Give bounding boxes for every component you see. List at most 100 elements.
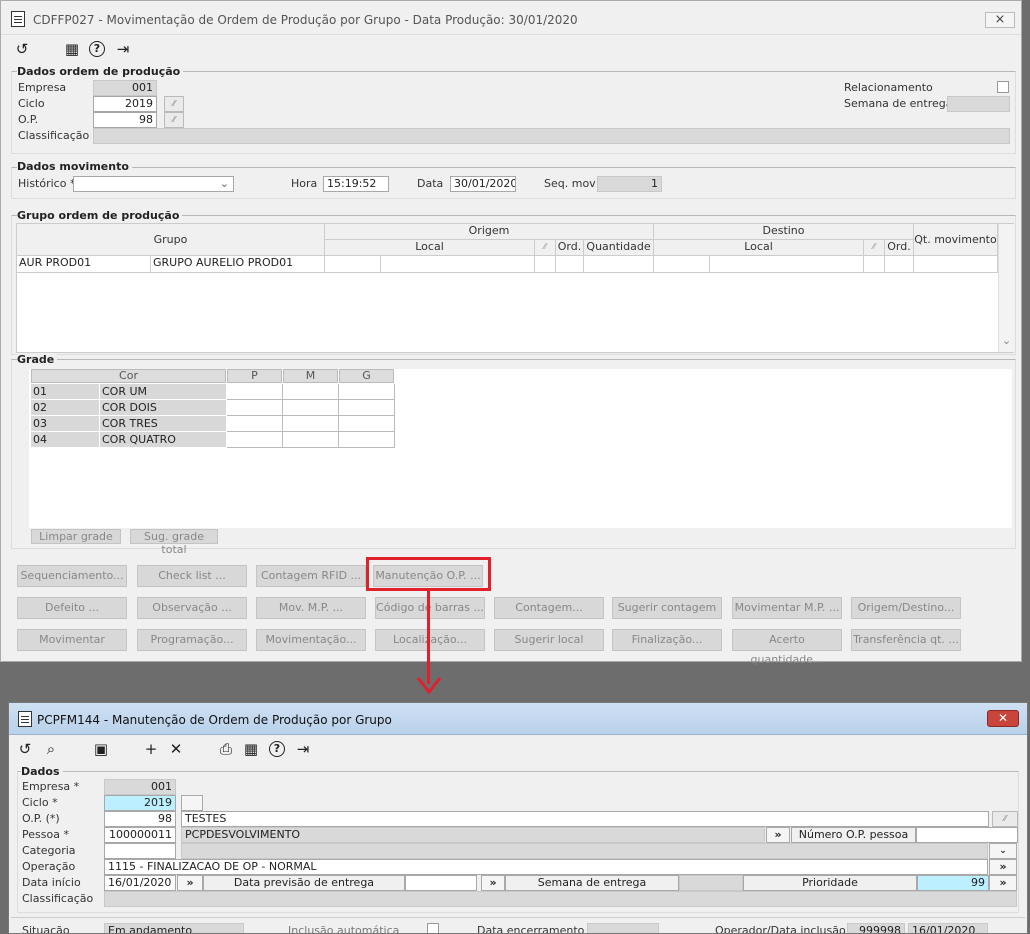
localizacao-button[interactable]: Localização... — [375, 629, 485, 651]
exit-icon[interactable]: ⇥ — [295, 741, 311, 757]
data-field[interactable]: 30/01/2020 — [450, 176, 516, 192]
grade-cell[interactable] — [283, 384, 339, 400]
close-button[interactable]: ⨯ — [985, 12, 1015, 28]
row-cell[interactable] — [710, 256, 864, 273]
movimentar-button[interactable]: Movimentar — [17, 629, 127, 651]
grade-cell[interactable] — [227, 432, 283, 448]
contagem-rfid-button[interactable]: Contagem RFID ... — [256, 565, 366, 587]
row-cell[interactable] — [885, 256, 914, 273]
op-description-field[interactable]: TESTES — [181, 811, 989, 827]
op-search-button[interactable]: ⁄⁄ — [992, 811, 1018, 827]
grade-cell[interactable] — [227, 400, 283, 416]
contagem-button[interactable]: Contagem... — [494, 597, 604, 619]
movimentar-mp-button[interactable]: Movimentar M.P. ... — [732, 597, 842, 619]
chevron-down-icon[interactable]: ⌄ — [1002, 334, 1011, 347]
sequenciamento-button[interactable]: Sequenciamento... — [17, 565, 127, 587]
operacao-field[interactable]: 1115 - FINALIZACAO DE OP - NORMAL — [104, 859, 988, 875]
transferencia-button[interactable]: Transferência qt. ... — [851, 629, 961, 651]
historico-select[interactable]: ⌄ — [73, 176, 234, 192]
print-icon[interactable]: ⎙ — [218, 741, 234, 757]
grade-name: COR DOIS — [100, 400, 226, 416]
limpar-grade-button[interactable]: Limpar grade — [31, 529, 121, 544]
movimentacao-button[interactable]: Movimentação... — [256, 629, 366, 651]
row-grupo-cell[interactable]: AUR PROD01 — [17, 256, 151, 273]
check-list-button[interactable]: Check list ... — [137, 565, 247, 587]
sugerir-grade-button[interactable]: Sug. grade total — [130, 529, 218, 556]
ciclo-search-button[interactable]: ⁄⁄ — [164, 96, 184, 112]
grade-cell[interactable] — [227, 416, 283, 432]
classificacao-field — [93, 128, 1010, 144]
op-search-button[interactable]: ⁄⁄ — [164, 112, 184, 128]
delete-icon[interactable]: ✕ — [168, 741, 184, 757]
data-inicio-field[interactable]: 16/01/2020 — [104, 875, 176, 891]
row-cell[interactable] — [556, 256, 584, 273]
ciclo-field[interactable]: 2019 — [104, 795, 176, 811]
row-cell[interactable] — [535, 256, 556, 273]
hora-field[interactable]: 15:19:52 — [323, 176, 389, 192]
operacao-label: Operação — [22, 860, 76, 873]
defeito-button[interactable]: Defeito ... — [17, 597, 127, 619]
data-inicio-button[interactable]: » — [177, 875, 203, 891]
origem-destino-button[interactable]: Origem/Destino... — [851, 597, 961, 619]
grade-cell[interactable] — [283, 416, 339, 432]
row-cell[interactable] — [864, 256, 885, 273]
ciclo-field[interactable]: 2019 — [93, 96, 157, 112]
row-cell[interactable] — [914, 256, 998, 273]
row-cell[interactable] — [381, 256, 535, 273]
operacao-lookup-button[interactable]: » — [989, 859, 1017, 875]
refresh-icon[interactable]: ↺ — [17, 741, 33, 757]
grade-cell[interactable] — [339, 432, 395, 448]
num-op-pessoa-field[interactable] — [916, 827, 1018, 843]
row-cell[interactable] — [325, 256, 381, 273]
finalizacao-button[interactable]: Finalização... — [612, 629, 722, 651]
relacionamento-label: Relacionamento — [844, 81, 933, 94]
categoria-field[interactable] — [104, 843, 176, 859]
add-icon[interactable]: + — [143, 741, 159, 757]
close-button[interactable]: ✕ — [987, 710, 1019, 727]
op-field[interactable]: 98 — [93, 112, 157, 128]
help-icon[interactable]: ? — [269, 741, 285, 757]
categoria-chevron-icon[interactable]: ⌄ — [989, 843, 1017, 859]
grade-cell[interactable] — [283, 400, 339, 416]
ciclo-lookup-button[interactable] — [181, 795, 203, 811]
semana-field — [679, 875, 743, 891]
previsao-field[interactable] — [405, 875, 477, 891]
col-origem-header: Origem — [325, 224, 654, 240]
programacao-button[interactable]: Programação... — [137, 629, 247, 651]
pessoa-lookup-button[interactable]: » — [766, 827, 790, 843]
exit-icon[interactable]: ⇥ — [115, 41, 131, 57]
observacao-button[interactable]: Observação ... — [137, 597, 247, 619]
refresh-icon[interactable]: ↺ — [14, 41, 30, 57]
vertical-scrollbar[interactable]: ⌄ — [998, 224, 1014, 352]
grade-cell[interactable] — [283, 432, 339, 448]
search-icon[interactable]: ⌕ — [43, 741, 59, 757]
col-grupo-header: Grupo — [17, 224, 325, 256]
prioridade-field[interactable]: 99 — [917, 875, 989, 891]
grade-cell[interactable] — [339, 400, 395, 416]
grade-cell[interactable] — [339, 384, 395, 400]
acerto-quantidade-button[interactable]: Acerto quantidade... — [732, 629, 842, 666]
grupo-legend: Grupo ordem de produção — [17, 209, 183, 222]
op-field[interactable]: 98 — [104, 811, 176, 827]
pessoa-field[interactable]: 100000011 — [104, 827, 176, 843]
grade-code: 03 — [31, 416, 99, 432]
row-cell[interactable] — [654, 256, 710, 273]
codigo-barras-button[interactable]: Código de barras ... — [375, 597, 485, 619]
sugerir-local-button[interactable]: Sugerir local — [494, 629, 604, 651]
grade-cell[interactable] — [227, 384, 283, 400]
calendar-icon[interactable]: ▦ — [64, 41, 80, 57]
semana-label: Semana de entrega — [844, 97, 953, 110]
row-cell[interactable] — [584, 256, 654, 273]
inclusao-checkbox[interactable] — [427, 923, 439, 933]
sugerir-contagem-button[interactable]: Sugerir contagem — [612, 597, 722, 619]
mov-mp-button[interactable]: Mov. M.P. ... — [256, 597, 366, 619]
grade-cell[interactable] — [339, 416, 395, 432]
previsao-button[interactable]: » — [481, 875, 505, 891]
prioridade-button[interactable]: » — [989, 875, 1017, 891]
help-icon[interactable]: ? — [89, 41, 105, 57]
chevron-down-icon: ⌄ — [219, 177, 229, 190]
relacionamento-checkbox[interactable] — [997, 81, 1009, 93]
calendar-icon[interactable]: ▦ — [243, 741, 259, 757]
save-icon[interactable]: ▣ — [93, 741, 109, 757]
row-desc-cell[interactable]: GRUPO AURELIO PROD01 — [151, 256, 325, 273]
